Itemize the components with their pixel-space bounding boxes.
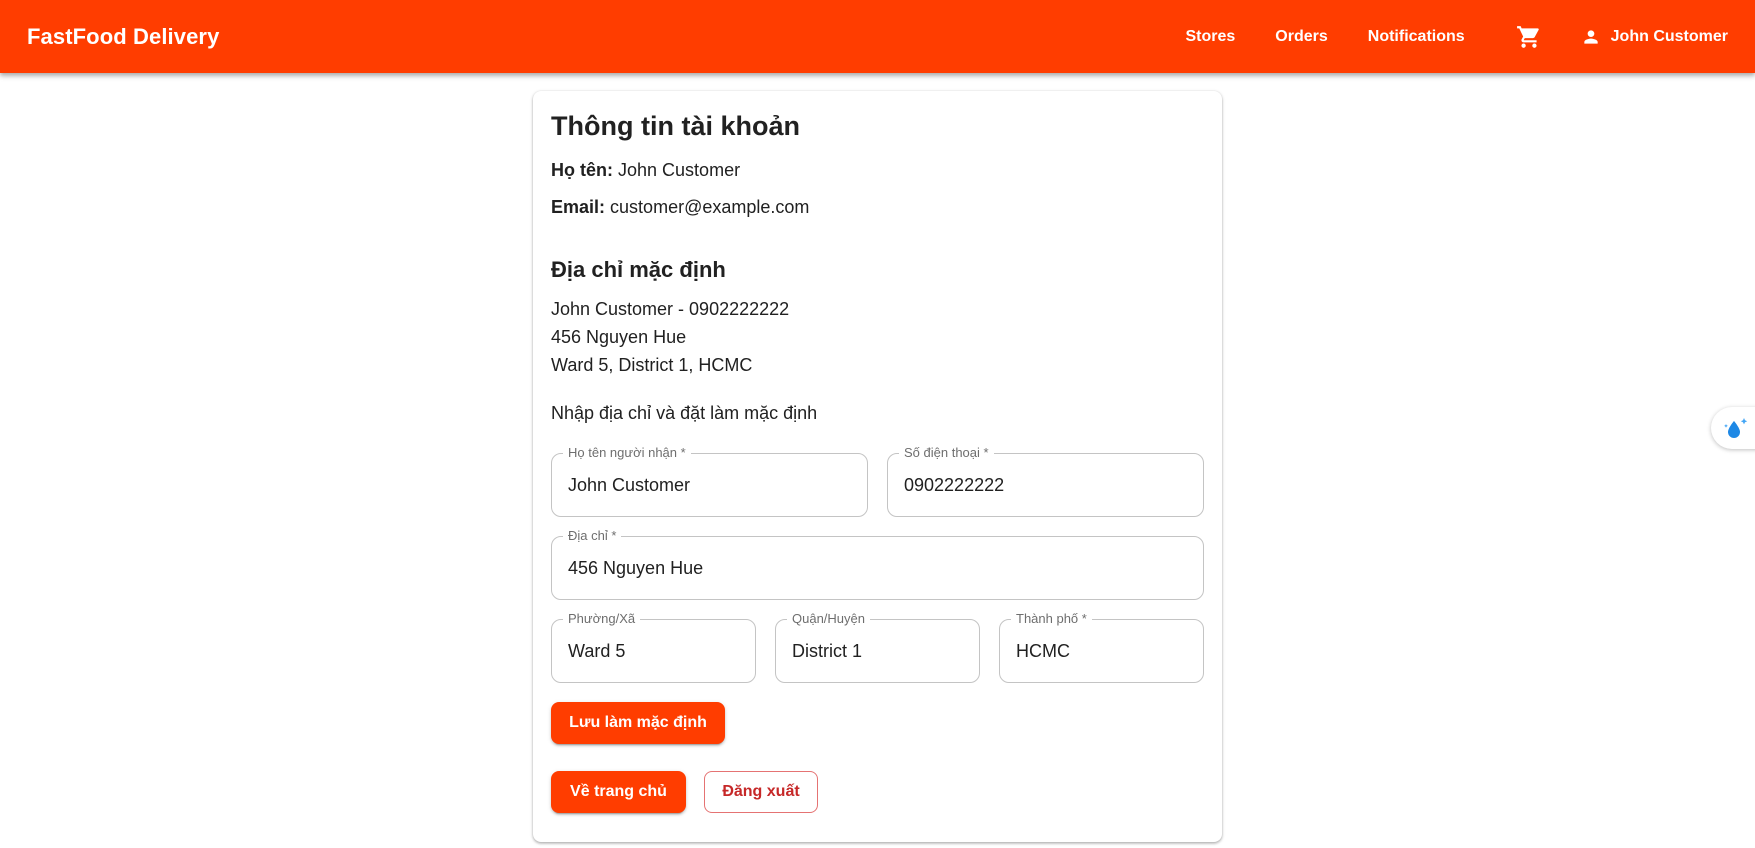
name-label: Họ tên: [551,160,613,180]
user-name: John Customer [1610,27,1728,45]
home-button[interactable]: Về trang chủ [551,771,686,813]
district-field[interactable]: Quận/Huyện [775,611,980,683]
ward-label: Phường/Xã [563,611,641,627]
city-input[interactable] [1000,620,1203,682]
city-label: Thành phố * [1011,611,1092,627]
page-title: Thông tin tài khoản [551,111,800,141]
default-address-title: Địa chỉ mặc định [551,257,726,282]
water-drop-sparkle-icon [1724,418,1748,438]
email-label: Email: [551,197,606,217]
name-value: John Customer [618,160,741,180]
city-field[interactable]: Thành phố * [999,611,1204,683]
brand-title[interactable]: FastFood Delivery [27,24,219,50]
account-card: Thông tin tài khoản Họ tên: John Custome… [533,91,1222,842]
address-line-2: 456 Nguyen Hue [551,327,687,347]
address-line-1: John Customer - 0902222222 [551,299,790,319]
account-email-line: Email: customer@example.com [551,194,1204,221]
actions-row: Về trang chủ Đăng xuất [551,771,1204,813]
cart-icon [1516,25,1539,48]
ward-input[interactable] [552,620,755,682]
user-menu-button[interactable]: John Customer [1569,19,1728,55]
person-icon [1583,29,1598,44]
cart-button[interactable] [1505,13,1553,61]
ward-field[interactable]: Phường/Xã [551,611,756,683]
phone-field[interactable]: Số điện thoại * [887,445,1204,517]
email-value: customer@example.com [610,197,810,217]
nav-stores[interactable]: Stores [1166,20,1256,54]
form-hint: Nhập địa chỉ và đặt làm mặc định [551,403,818,423]
address-label: Địa chỉ * [563,528,622,544]
app-bar: FastFood Delivery Stores Orders Notifica… [0,0,1755,73]
nav-orders[interactable]: Orders [1255,20,1347,54]
nav-notifications[interactable]: Notifications [1348,20,1485,54]
form-row-address: Địa chỉ * [551,528,1204,600]
address-line-3: Ward 5, District 1, HCMC [551,355,753,375]
top-nav: Stores Orders Notifications John Custome… [1166,0,1728,73]
district-label: Quận/Huyện [787,611,870,627]
phone-input[interactable] [888,454,1203,516]
recipient-label: Họ tên người nhận * [563,445,691,461]
recipient-field[interactable]: Họ tên người nhận * [551,445,868,517]
phone-label: Số điện thoại * [899,445,994,461]
form-row-contact: Họ tên người nhận * Số điện thoại * [551,445,1204,517]
recipient-input[interactable] [552,454,867,516]
address-field[interactable]: Địa chỉ * [551,528,1204,600]
side-widget-button[interactable] [1711,407,1755,449]
save-default-button[interactable]: Lưu làm mặc định [551,702,725,744]
logout-button[interactable]: Đăng xuất [704,771,818,813]
account-name-line: Họ tên: John Customer [551,157,1204,184]
form-row-location: Phường/Xã Quận/Huyện Thành phố * [551,611,1204,683]
district-input[interactable] [776,620,979,682]
save-row: Lưu làm mặc định [551,702,1204,744]
address-input[interactable] [552,537,1203,599]
default-address-block: John Customer - 0902222222 456 Nguyen Hu… [551,295,1204,379]
